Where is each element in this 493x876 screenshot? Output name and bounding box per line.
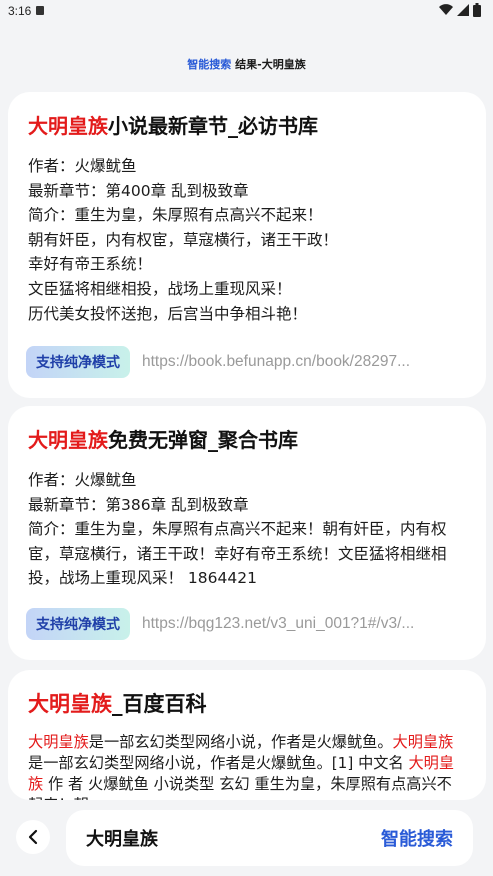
- result-title[interactable]: 大明皇族_百度百科: [28, 688, 466, 720]
- result-title-highlight: 大明皇族: [28, 692, 112, 716]
- result-title-highlight: 大明皇族: [28, 428, 108, 452]
- search-box[interactable]: 大明皇族 智能搜索: [66, 810, 473, 866]
- result-url[interactable]: https://book.befunapp.cn/book/28297...: [142, 353, 466, 371]
- status-time: 3:16: [8, 4, 32, 18]
- result-title-rest: 小说最新章节_必访书库: [108, 114, 318, 138]
- snippet-text: 是一部玄幻类型网络小说，作者是火爆鱿鱼。: [88, 733, 393, 751]
- pure-mode-button[interactable]: 支持纯净模式: [26, 608, 130, 640]
- snippet-highlight: 大明皇族: [28, 733, 89, 751]
- smart-search-button[interactable]: 智能搜索: [381, 825, 453, 851]
- result-snippet: 大明皇族是一部玄幻类型网络小说，作者是火爆鱿鱼。大明皇族是一部玄幻类型网络小说，…: [28, 732, 466, 800]
- pure-mode-button[interactable]: 支持纯净模式: [26, 346, 130, 378]
- snippet-text: 是一部玄幻类型网络小说，作者是火爆鱿鱼。[1] 中文名: [28, 754, 409, 772]
- snippet-highlight: 大明皇族: [392, 733, 454, 751]
- result-body: 作者：火爆鱿鱼 最新章节：第386章 乱到极致章 简介：重生为皇，朱厚照有点高兴…: [28, 468, 466, 591]
- chevron-left-icon: [28, 829, 38, 845]
- result-line: 简介：重生为皇，朱厚照有点高兴不起来！朝有奸臣，内有权宦，草寇横行，诸王干政！幸…: [28, 520, 447, 588]
- bottom-bar: 大明皇族 智能搜索: [0, 802, 493, 876]
- result-body: 作者：火爆鱿鱼 最新章节：第400章 乱到极致章 简介：重生为皇，朱厚照有点高兴…: [28, 154, 466, 326]
- result-line: 简介：重生为皇，朱厚照有点高兴不起来！: [28, 206, 323, 225]
- title-label: 结果-大明皇族: [235, 58, 306, 71]
- brand-label: 智能搜索: [187, 58, 232, 71]
- result-line: 最新章节：第400章 乱到极致章: [28, 181, 249, 200]
- result-line: 朝有奸臣，内有权宦，草寇横行，诸王干政！: [28, 230, 339, 249]
- back-button[interactable]: [16, 820, 50, 854]
- notification-icon: [36, 6, 44, 15]
- battery-icon: [473, 3, 481, 17]
- page-title: 智能搜索 结果-大明皇族: [0, 56, 493, 72]
- result-title-rest: 免费无弹窗_聚合书库: [108, 428, 298, 452]
- result-line: 文臣猛将相继相投，战场上重现风采！: [28, 279, 292, 298]
- result-card[interactable]: 大明皇族_百度百科 大明皇族是一部玄幻类型网络小说，作者是火爆鱿鱼。大明皇族是一…: [8, 670, 486, 800]
- search-input[interactable]: 大明皇族: [86, 825, 381, 851]
- result-title[interactable]: 大明皇族免费无弹窗_聚合书库: [28, 424, 466, 456]
- result-line: 作者：火爆鱿鱼: [28, 157, 137, 175]
- result-line: 作者：火爆鱿鱼: [28, 471, 137, 489]
- snippet-text: 作 者 火爆鱿鱼 小说类型 玄幻 重生为皇，朱厚照有点高兴不起来！朝: [28, 775, 452, 800]
- result-line: 历代美女投怀送抱，后宫当中争相斗艳！: [28, 304, 308, 323]
- signal-icon: [457, 4, 469, 16]
- result-footer: 支持纯净模式 https://book.befunapp.cn/book/282…: [26, 346, 466, 378]
- result-title[interactable]: 大明皇族小说最新章节_必访书库: [28, 110, 466, 142]
- status-bar: 3:16: [0, 0, 493, 22]
- result-title-highlight: 大明皇族: [28, 114, 108, 138]
- result-url[interactable]: https://bqg123.net/v3_uni_001?1#/v3/...: [142, 615, 466, 633]
- result-card[interactable]: 大明皇族免费无弹窗_聚合书库 作者：火爆鱿鱼 最新章节：第386章 乱到极致章 …: [8, 406, 486, 660]
- result-line: 幸好有帝王系统！: [28, 255, 153, 274]
- result-footer: 支持纯净模式 https://bqg123.net/v3_uni_001?1#/…: [26, 608, 466, 640]
- result-line: 最新章节：第386章 乱到极致章: [28, 495, 249, 514]
- status-icons: [439, 3, 481, 17]
- wifi-icon: [439, 4, 453, 16]
- result-card[interactable]: 大明皇族小说最新章节_必访书库 作者：火爆鱿鱼 最新章节：第400章 乱到极致章…: [8, 92, 486, 398]
- result-title-rest: _百度百科: [112, 692, 207, 716]
